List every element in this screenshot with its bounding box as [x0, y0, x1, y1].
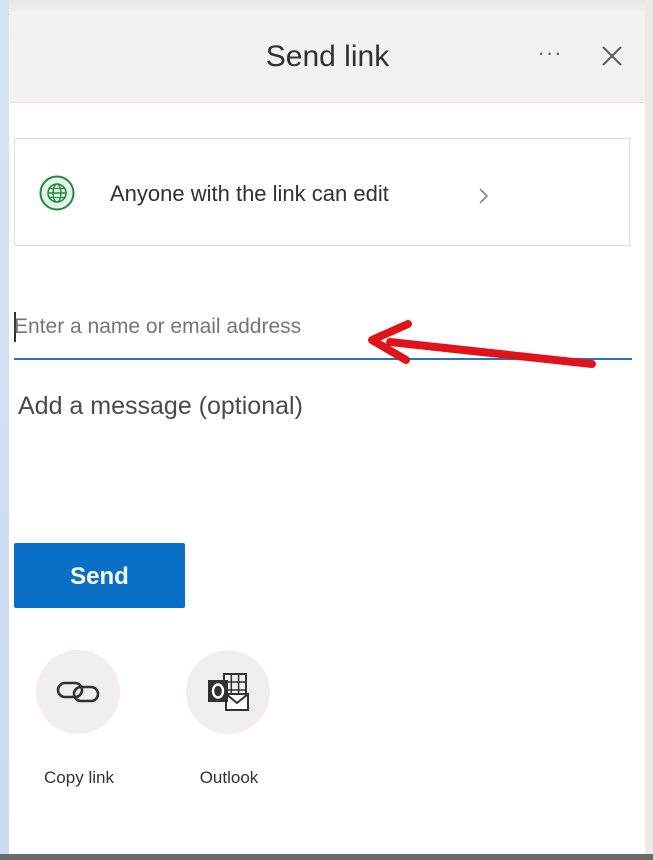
close-icon: [602, 46, 622, 66]
outlook-button[interactable]: Outlook: [174, 650, 284, 800]
send-link-dialog: Send link ··· Anyone with the link can e…: [0, 0, 653, 860]
chevron-right-icon: [479, 188, 489, 204]
permission-label: Anyone with the link can edit: [110, 181, 389, 206]
more-options-button[interactable]: ···: [528, 36, 572, 76]
copy-link-circle: [36, 650, 120, 734]
right-window-edge: [645, 0, 653, 860]
outlook-circle: [186, 650, 270, 734]
dialog-header: Send link ···: [10, 14, 645, 103]
link-permission-setting[interactable]: Anyone with the link can edit: [14, 138, 630, 246]
left-window-edge: [0, 0, 9, 860]
message-field[interactable]: Add a message (optional): [18, 392, 630, 442]
close-button[interactable]: [592, 36, 632, 76]
send-button[interactable]: Send: [14, 543, 185, 608]
bottom-window-edge: [0, 854, 653, 860]
globe-icon: [39, 175, 75, 211]
link-icon: [56, 681, 100, 703]
outlook-label: Outlook: [199, 768, 259, 787]
outlook-icon: [208, 673, 249, 711]
background-window-strip: [0, 0, 653, 15]
copy-link-button[interactable]: Copy link: [24, 650, 134, 800]
annotation-arrow-icon: [368, 320, 596, 368]
copy-link-label: Copy link: [44, 768, 114, 787]
